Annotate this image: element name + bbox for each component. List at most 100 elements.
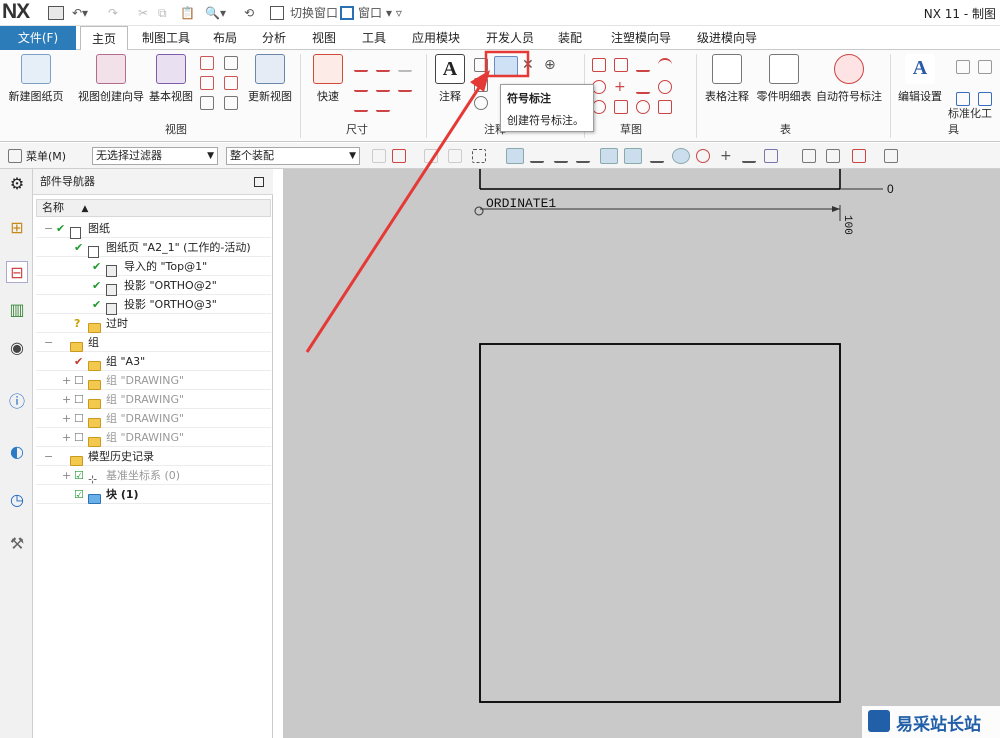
tab-home[interactable]: 主页 xyxy=(80,26,128,51)
expand-icon[interactable]: + xyxy=(62,409,71,428)
perpendicular-icon[interactable] xyxy=(650,149,664,163)
tab-file[interactable]: 文件(F) xyxy=(0,26,76,50)
cut-icon[interactable]: ✂ xyxy=(138,4,148,22)
fillet-icon[interactable] xyxy=(636,100,650,114)
tree-row[interactable]: ✔ 图纸页 "A2_1" (工作的-活动) xyxy=(36,238,271,258)
window-icon[interactable] xyxy=(340,6,354,20)
zoom-icon[interactable] xyxy=(826,149,840,163)
save-icon[interactable] xyxy=(48,6,64,20)
tree-row[interactable]: + ☐ 组 "DRAWING" xyxy=(36,371,271,390)
tab-analysis[interactable]: 分析 xyxy=(254,26,294,50)
curve-point-icon[interactable] xyxy=(624,148,642,164)
standard-icon[interactable] xyxy=(956,60,970,74)
assembly-navigator-icon[interactable]: ⊞ xyxy=(6,217,28,239)
switch-window-icon[interactable] xyxy=(270,6,284,20)
conic-icon[interactable] xyxy=(614,100,628,114)
switch-window-button[interactable]: 切换窗口 xyxy=(290,4,338,22)
point-on-curve-icon[interactable] xyxy=(742,149,756,163)
reuse-library-icon[interactable]: ▥ xyxy=(6,299,28,321)
tree-row[interactable]: − 模型历史记录 xyxy=(36,447,271,466)
checkbox-icon[interactable]: ☐ xyxy=(74,371,84,390)
parts-list-button[interactable]: 零件明细表 xyxy=(756,54,812,104)
quadrant-icon[interactable] xyxy=(696,149,710,163)
snap-icon[interactable] xyxy=(424,149,438,163)
selection-scope-select[interactable]: 整个装配 ▼ xyxy=(226,147,360,165)
table-note-button[interactable]: 表格注释 xyxy=(704,54,750,104)
collapse-icon[interactable]: − xyxy=(44,219,53,238)
angular-dimension-icon[interactable] xyxy=(354,78,368,92)
show-hide-icon[interactable] xyxy=(884,149,898,163)
midpoint-icon[interactable] xyxy=(554,149,568,163)
drawing-canvas[interactable]: 0 ORDINATE1 100 xyxy=(283,169,1000,738)
ordinate-dimension-icon[interactable] xyxy=(354,98,368,112)
window-menu-button[interactable]: 窗口 xyxy=(358,4,382,22)
datum-feature-icon[interactable] xyxy=(474,78,488,92)
part-navigator-icon[interactable]: ⊟ xyxy=(6,261,28,283)
chamfer-icon[interactable] xyxy=(658,100,672,114)
tree-row[interactable]: ✔ 导入的 "Top@1" xyxy=(36,257,271,277)
feature-control-frame-icon[interactable] xyxy=(474,58,488,72)
collapse-icon[interactable]: − xyxy=(44,447,53,466)
tab-view[interactable]: 视图 xyxy=(304,26,344,50)
web-browser-icon[interactable]: ◐ xyxy=(6,441,28,463)
role-icon[interactable]: ⚒ xyxy=(6,533,28,555)
new-sheet-button[interactable]: 新建图纸页 xyxy=(6,54,66,104)
tab-mold-wizard[interactable]: 注塑模向导 xyxy=(602,26,680,50)
checkbox-icon[interactable]: ☑ xyxy=(74,485,84,504)
tab-progressive-die[interactable]: 级进模向导 xyxy=(688,26,766,50)
rectangle-icon[interactable] xyxy=(614,58,628,72)
point-icon[interactable]: + xyxy=(614,80,628,94)
tree-row[interactable]: − ✔ 图纸 xyxy=(36,219,271,239)
checkbox-icon[interactable]: ☐ xyxy=(74,409,84,428)
eye-icon[interactable]: ◉ xyxy=(6,337,28,359)
drawing-view-boundary[interactable] xyxy=(479,343,841,703)
standard-icon[interactable] xyxy=(978,92,992,106)
balloon-icon[interactable] xyxy=(494,56,518,76)
redo-icon[interactable]: ↷ xyxy=(108,4,118,22)
arc-icon[interactable] xyxy=(658,58,672,72)
projected-view-icon[interactable] xyxy=(200,56,214,70)
broken-detail-icon[interactable] xyxy=(224,96,238,110)
paste-icon[interactable]: 📋 xyxy=(180,4,195,22)
target-point-icon[interactable]: ⊕ xyxy=(544,58,558,72)
tree-row[interactable]: + ☐ 组 "DRAWING" xyxy=(36,409,271,428)
chamfer-dimension-icon[interactable] xyxy=(398,58,412,72)
tree-row[interactable]: + ☑ ⊹ 基准坐标系 (0) xyxy=(36,466,271,486)
tree-row[interactable]: + ☐ 组 "DRAWING" xyxy=(36,428,271,447)
point-on-face-icon[interactable] xyxy=(764,149,778,163)
detail-view-icon[interactable] xyxy=(200,76,214,90)
rectangle-select-icon[interactable] xyxy=(472,149,486,163)
render-style-icon[interactable] xyxy=(852,149,866,163)
auto-balloon-button[interactable]: 自动符号标注 xyxy=(816,54,882,104)
thickness-dimension-icon[interactable] xyxy=(376,78,390,92)
existing-point-icon[interactable]: + xyxy=(720,149,734,163)
control-point-icon[interactable] xyxy=(576,149,590,163)
tab-layout[interactable]: 布局 xyxy=(205,26,245,50)
menu-button[interactable]: 菜单(M) xyxy=(26,148,66,164)
arc-length-dimension-icon[interactable] xyxy=(398,78,412,92)
endpoint-icon[interactable] xyxy=(530,149,544,163)
weld-symbol-icon[interactable]: ✕ xyxy=(522,58,536,72)
tree-row[interactable]: + ☐ 组 "DRAWING" xyxy=(36,390,271,409)
maximize-icon[interactable] xyxy=(254,177,264,187)
linear-dimension-icon[interactable] xyxy=(354,58,368,72)
find-icon[interactable]: 🔍▾ xyxy=(205,4,226,22)
history-clock-icon[interactable]: ◷ xyxy=(6,489,28,511)
tree-row[interactable]: ✔ 投影 "ORTHO@2" xyxy=(36,276,271,296)
collapse-icon[interactable]: − xyxy=(44,333,53,352)
column-header-name[interactable]: 名称 ▲ xyxy=(36,199,271,217)
arc-center-icon[interactable] xyxy=(672,148,690,164)
snap-icon[interactable] xyxy=(372,149,386,163)
note-button[interactable]: A 注释 xyxy=(432,54,468,104)
fit-view-icon[interactable] xyxy=(802,149,816,163)
intersection-icon[interactable] xyxy=(600,148,618,164)
update-view-button[interactable]: 更新视图 xyxy=(246,54,294,104)
radial-dimension-icon[interactable] xyxy=(376,58,390,72)
view-wizard-button[interactable]: 视图创建向导 xyxy=(76,54,146,104)
tab-developer[interactable]: 开发人员 xyxy=(478,26,542,50)
tree-row[interactable]: ? 过时 xyxy=(36,314,271,333)
standard-icon[interactable] xyxy=(956,92,970,106)
undo-icon[interactable]: ↶▾ xyxy=(72,4,88,22)
standard-icon[interactable] xyxy=(978,60,992,74)
profile-icon[interactable] xyxy=(592,58,606,72)
